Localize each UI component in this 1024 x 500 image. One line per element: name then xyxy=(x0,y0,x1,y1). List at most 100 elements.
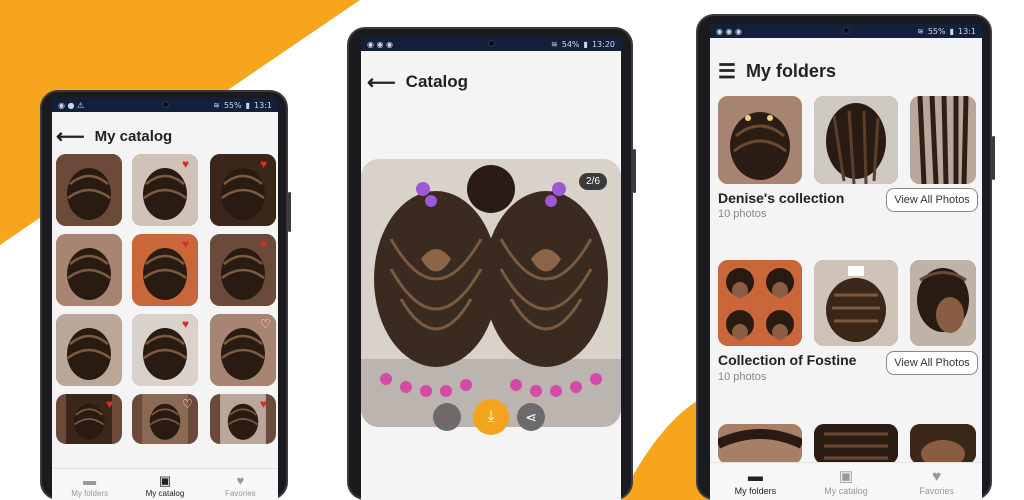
folder-icon: ▬ xyxy=(747,468,763,485)
hairstyle-image xyxy=(910,96,976,184)
bottom-nav: ▬ My folders ▣ My catalog ♥ Favories xyxy=(52,468,278,500)
folder-thumbnail[interactable] xyxy=(718,424,802,464)
nav-label: My catalog xyxy=(824,486,868,496)
arrow-left-icon[interactable]: ⟵ xyxy=(367,70,396,95)
favorite-heart-icon[interactable]: ♥ xyxy=(182,318,189,330)
nav-label: My catalog xyxy=(145,488,185,498)
wifi-icon: ≋ xyxy=(917,26,924,36)
view-all-photos-button[interactable]: View All Photos xyxy=(886,351,978,375)
right-phone-screen: ◉ ◉ ◉ ≋ 55% ▮ 13:1 ☰ My folders Denise's… xyxy=(710,24,982,500)
favorite-heart-icon[interactable]: ♡ xyxy=(182,398,193,410)
left-phone: ◉ ● ⚠ ≋ 55% ▮ 13:1 ⟵ My catalog ♥ ♥ ♥ ♥ ♥ ♡ ♥ ♡… xyxy=(40,90,291,500)
nav-my-folders[interactable]: ▬ My folders xyxy=(52,469,127,500)
hamburger-menu-icon[interactable]: ☰ xyxy=(718,59,736,84)
hairstyle-image xyxy=(56,234,122,306)
clock: 13:20 xyxy=(591,39,615,49)
center-phone-screen: ◉ ◉ ◉ ≋ 54% ▮ 13:20 ⟵ Catalog 2/6 ♡ ⤓ ⋖ xyxy=(361,37,621,500)
hairstyle-image xyxy=(56,154,122,226)
favorite-heart-icon[interactable]: ♡ xyxy=(260,318,271,330)
wifi-icon: ≋ xyxy=(551,39,558,49)
status-bar: ◉ ◉ ◉ ≋ 54% ▮ 13:20 xyxy=(361,37,621,51)
folder-thumbnail[interactable] xyxy=(814,424,898,464)
folder-thumbnail[interactable] xyxy=(814,96,898,184)
page-title: My catalog xyxy=(94,127,173,145)
app-bar: ⟵ My catalog xyxy=(52,124,278,148)
nav-favories[interactable]: ♥ Favories xyxy=(203,469,278,500)
page-title: My folders xyxy=(745,60,836,81)
hairstyle-image xyxy=(814,96,898,184)
battery-level: 55% xyxy=(223,100,242,110)
folder-name: Denise's collection xyxy=(718,190,845,206)
left-phone-screen: ◉ ● ⚠ ≋ 55% ▮ 13:1 ⟵ My catalog ♥ ♥ ♥ ♥ ♥ ♡ ♥ ♡… xyxy=(52,98,278,500)
hairstyle-image xyxy=(718,260,802,346)
braided-hairstyle-image xyxy=(361,159,621,427)
folder-thumbnail[interactable] xyxy=(718,260,802,346)
catalog-thumbnail[interactable] xyxy=(56,314,122,386)
favorite-heart-icon[interactable]: ♥ xyxy=(106,398,113,410)
download-button[interactable]: ⤓ xyxy=(473,399,509,435)
hairstyle-image xyxy=(910,424,976,464)
folder-icon: ▬ xyxy=(83,472,97,488)
folder-thumbnail[interactable] xyxy=(814,260,898,346)
nav-label: Favories xyxy=(224,488,256,498)
nav-my-folders[interactable]: ▬ My folders xyxy=(710,463,801,500)
status-icons: ◉ ◉ ◉ xyxy=(367,39,394,49)
catalog-thumbnail[interactable] xyxy=(56,234,122,306)
nav-my-catalog[interactable]: ▣ My catalog xyxy=(127,469,202,500)
app-bar: ⟵ Catalog xyxy=(361,69,621,95)
nav-label: My folders xyxy=(71,488,109,498)
status-icons: ◉ ◉ ◉ xyxy=(716,26,743,36)
right-phone: ◉ ◉ ◉ ≋ 55% ▮ 13:1 ☰ My folders Denise's… xyxy=(696,14,995,500)
photo-counter: 2/6 xyxy=(579,173,607,190)
view-all-photos-button[interactable]: View All Photos xyxy=(886,188,978,212)
status-bar: ◉ ◉ ◉ ≋ 55% ▮ 13:1 xyxy=(710,24,982,38)
hairstyle-image xyxy=(910,260,976,346)
favorite-heart-icon[interactable]: ♥ xyxy=(260,398,267,410)
heart-icon: ♥ xyxy=(236,472,245,488)
battery-level: 54% xyxy=(561,39,580,49)
status-icons: ◉ ● ⚠ xyxy=(58,100,85,110)
bottom-nav: ▬ My folders ▣ My catalog ♥ Favories xyxy=(710,462,982,500)
battery-icon: ▮ xyxy=(583,39,588,49)
folder-thumbnail[interactable] xyxy=(910,96,976,184)
status-bar: ◉ ● ⚠ ≋ 55% ▮ 13:1 xyxy=(52,98,278,112)
heart-outline-icon: ♡ xyxy=(440,408,454,425)
nav-favories[interactable]: ♥ Favories xyxy=(891,463,982,500)
wifi-icon: ≋ xyxy=(213,100,220,110)
center-phone: ◉ ◉ ◉ ≋ 54% ▮ 13:20 ⟵ Catalog 2/6 ♡ ⤓ ⋖ xyxy=(347,27,636,500)
folder-thumbnail[interactable] xyxy=(910,424,976,464)
folder-thumbnail[interactable] xyxy=(718,96,802,184)
share-icon: ⋖ xyxy=(525,408,537,425)
folder-photo-count: 10 photos xyxy=(718,208,767,220)
folder-thumbnail[interactable] xyxy=(910,260,976,346)
camera-icon xyxy=(162,101,169,108)
clock: 13:1 xyxy=(958,26,976,36)
image-icon: ▣ xyxy=(158,472,172,488)
nav-label: Favories xyxy=(919,486,954,496)
hairstyle-photo[interactable] xyxy=(361,159,621,427)
favorite-heart-icon[interactable]: ♥ xyxy=(182,238,189,250)
page-title: Catalog xyxy=(405,72,469,91)
battery-level: 55% xyxy=(927,26,946,36)
catalog-thumbnail[interactable] xyxy=(56,154,122,226)
camera-icon xyxy=(843,27,850,34)
hairstyle-image xyxy=(718,424,802,464)
image-icon: ▣ xyxy=(838,468,854,485)
folder-photo-count: 10 photos xyxy=(718,371,767,383)
app-bar: ☰ My folders xyxy=(710,58,982,84)
promo-stage: ◉ ● ⚠ ≋ 55% ▮ 13:1 ⟵ My catalog ♥ ♥ ♥ ♥ ♥ ♡ ♥ ♡… xyxy=(0,0,1024,500)
hairstyle-image xyxy=(814,260,898,346)
favorite-heart-icon[interactable]: ♥ xyxy=(260,158,267,170)
nav-label: My folders xyxy=(734,486,777,496)
download-icon: ⤓ xyxy=(487,408,495,425)
hairstyle-image xyxy=(814,424,898,464)
nav-my-catalog[interactable]: ▣ My catalog xyxy=(801,463,892,500)
share-button[interactable]: ⋖ xyxy=(517,403,545,431)
favorite-button[interactable]: ♡ xyxy=(433,403,461,431)
battery-icon: ▮ xyxy=(949,26,955,36)
arrow-left-icon[interactable]: ⟵ xyxy=(56,124,85,149)
favorite-heart-icon[interactable]: ♥ xyxy=(182,158,189,170)
heart-icon: ♥ xyxy=(932,468,942,485)
battery-icon: ▮ xyxy=(245,100,251,110)
favorite-heart-icon[interactable]: ♥ xyxy=(260,238,267,250)
